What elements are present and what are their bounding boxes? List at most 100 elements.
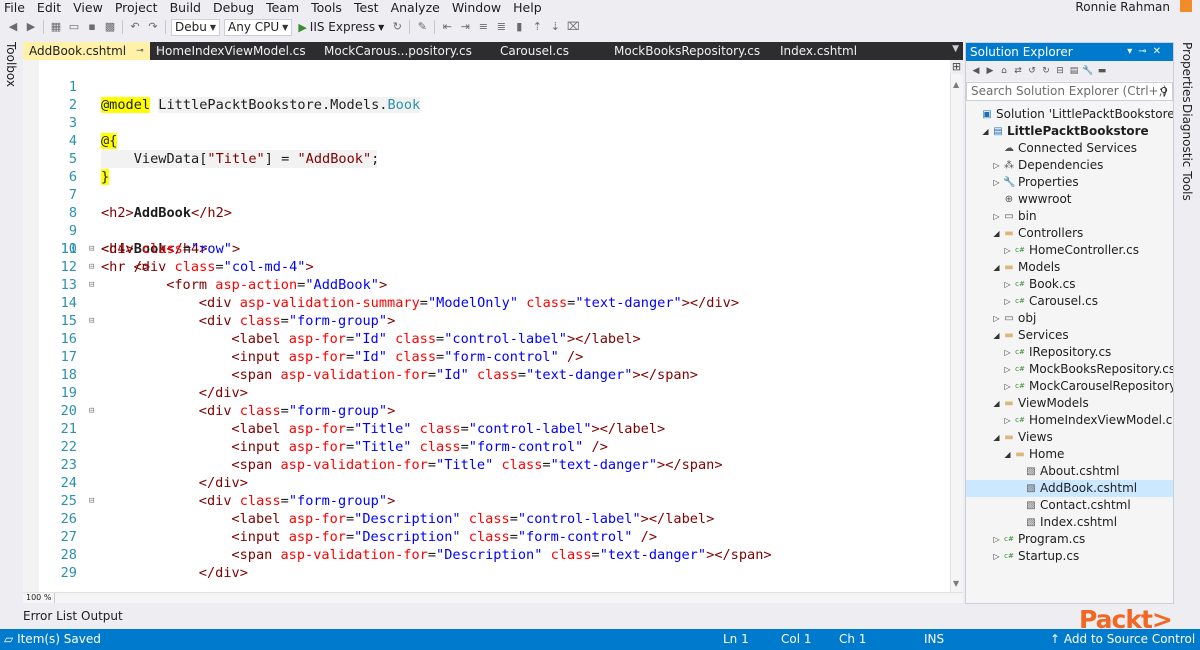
properties-icon[interactable]: 🔧 [1082,65,1094,77]
tree-item[interactable]: ◢ ▬ Home [966,446,1173,463]
prev-bookmark-icon[interactable]: ⇡ [530,20,544,34]
tree-item[interactable]: ▧ Contact.cshtml [966,497,1173,514]
pin-icon[interactable]: ⊸ [1138,46,1152,57]
collapse-arrow-icon[interactable]: ◢ [992,395,1001,412]
configuration-select[interactable]: Debu ▼ [171,18,221,36]
tree-item[interactable]: ▣ Solution 'LittlePacktBookstore' (1 pr [966,106,1173,123]
next-bookmark-icon[interactable]: ⇣ [548,20,562,34]
menu-window[interactable]: Window [446,1,507,15]
expand-arrow-icon[interactable]: ▷ [1003,378,1012,395]
back-icon[interactable]: ◀ [6,20,20,34]
collapse-arrow-icon[interactable]: ◢ [992,429,1001,446]
chevron-down-icon[interactable]: ▾ [1127,46,1138,57]
tab-index-cshtml[interactable]: Index.cshtml [766,42,886,60]
tree-item[interactable]: ▷ ▭ obj [966,310,1173,327]
expand-arrow-icon[interactable]: ▷ [992,531,1001,548]
tree-item[interactable]: ▷ c# Program.cs [966,531,1173,548]
tab-output[interactable]: Output [81,607,127,625]
preview-icon[interactable]: ▬ [1096,65,1108,77]
tree-item[interactable]: ◢ ▤ LittlePacktBookstore [966,123,1173,140]
expand-arrow-icon[interactable]: ▷ [1003,344,1012,361]
tree-item[interactable]: ▷ 🔧 Properties [966,174,1173,191]
properties-tab[interactable]: Properties [1180,42,1194,103]
fold-toggle-icon[interactable]: ⊟ [89,258,98,276]
code-editor[interactable]: 1 @model LittlePacktBookstore.Models.Boo… [23,60,950,592]
tree-item[interactable]: ▷ ▭ bin [966,208,1173,225]
redo-icon[interactable]: ↷ [146,20,160,34]
tab-addbook-cshtml[interactable]: AddBook.cshtml ⊸ ✕ [23,42,163,60]
new-project-icon[interactable]: ▦ [49,20,63,34]
bookmark-icon[interactable]: ▮ [512,20,526,34]
expand-arrow-icon[interactable]: ▷ [992,310,1001,327]
tab-mockcarouselrepository[interactable]: MockCarous...pository.cs [310,42,472,60]
split-editor-icon[interactable]: ⊞ [950,60,963,74]
menu-test[interactable]: Test [348,1,385,15]
browser-link-icon[interactable]: ✎ [415,20,429,34]
undo-icon[interactable]: ↶ [128,20,142,34]
expand-arrow-icon[interactable]: ▷ [1003,242,1012,259]
tree-item[interactable]: ▧ AddBook.cshtml [966,480,1173,497]
tab-carousel-cs[interactable]: Carousel.cs [470,42,586,60]
tab-homeindexviewmodel[interactable]: HomeIndexViewModel.cs [150,42,310,60]
fold-toggle-icon[interactable]: ⊟ [89,402,98,420]
solution-search-input[interactable]: Search Solution Explorer (Ctrl+;) ⚲ [966,82,1173,101]
tab-error-list[interactable]: Error List [23,607,81,625]
forward-icon[interactable]: ▶ [984,65,996,77]
tree-item[interactable]: ◢ ▬ Views [966,429,1173,446]
pending-changes-icon[interactable]: ↺ [1026,65,1038,77]
zoom-level[interactable]: 100 % [23,593,56,603]
tree-item[interactable]: ◢ ▬ ViewModels [966,395,1173,412]
tree-item[interactable]: ▷ c# IRepository.cs [966,344,1173,361]
show-all-files-icon[interactable]: ▤ [1068,65,1080,77]
uncomment-icon[interactable]: ≣ [494,20,508,34]
diagnostic-tools-tab[interactable]: Diagnostic Tools [1180,104,1194,201]
menu-project[interactable]: Project [109,1,164,15]
expand-arrow-icon[interactable]: ▷ [1003,276,1012,293]
collapse-arrow-icon[interactable]: ◢ [1003,446,1012,463]
expand-arrow-icon[interactable]: ▷ [992,157,1001,174]
fold-toggle-icon[interactable]: ⊟ [89,276,98,294]
outdent-icon[interactable]: ⇤ [440,20,454,34]
tree-item[interactable]: ▷ c# HomeIndexViewModel.cs [966,412,1173,429]
tree-item[interactable]: ☁ Connected Services [966,140,1173,157]
sync-icon[interactable]: ⇄ [1012,65,1024,77]
scroll-up-icon[interactable]: ▲ [953,80,959,89]
editor-vertical-scrollbar[interactable]: ▲ ▼ [950,60,963,592]
tab-mockbooksrepository[interactable]: MockBooksRepository.cs [586,42,766,60]
collapse-arrow-icon[interactable]: ◢ [992,225,1001,242]
menu-team[interactable]: Team [260,1,305,15]
tree-item[interactable]: ⊕ wwwroot [966,191,1173,208]
tree-item[interactable]: ▷ c# Carousel.cs [966,293,1173,310]
close-icon[interactable]: ✕ [1153,46,1167,57]
tree-item[interactable]: ▷ c# HomeController.cs [966,242,1173,259]
menu-build[interactable]: Build [164,1,207,15]
clear-bookmarks-icon[interactable]: ⌧ [566,20,580,34]
collapse-arrow-icon[interactable]: ◢ [992,327,1001,344]
tab-dropdown-icon[interactable]: ▼ [952,44,959,54]
tree-item[interactable]: ▧ Index.cshtml [966,514,1173,531]
save-icon[interactable]: ▪ [85,20,99,34]
expand-arrow-icon[interactable]: ▷ [992,208,1001,225]
indent-icon[interactable]: ⇥ [458,20,472,34]
tree-item[interactable]: ▧ About.cshtml [966,463,1173,480]
tree-item[interactable]: ▷ ⁂ Dependencies [966,157,1173,174]
toolbox-tab[interactable]: Toolbox [4,42,18,87]
menu-edit[interactable]: Edit [31,1,67,15]
expand-arrow-icon[interactable]: ▷ [1003,293,1012,310]
feedback-icon[interactable] [1180,0,1192,12]
tree-item[interactable]: ◢ ▬ Models [966,259,1173,276]
user-name[interactable]: Ronnie Rahman [1075,0,1170,14]
menu-file[interactable]: File [0,1,31,15]
add-to-source-control[interactable]: ↑ Add to Source Control [1050,629,1195,650]
menu-help[interactable]: Help [507,1,548,15]
pin-icon[interactable]: ⊸ [136,42,144,60]
fold-toggle-icon[interactable]: ⊟ [89,492,98,510]
comment-icon[interactable]: ≡ [476,20,490,34]
run-button[interactable]: ▶ IIS Express ▼ [298,20,384,34]
platform-select[interactable]: Any CPU ▼ [224,18,293,36]
expand-arrow-icon[interactable]: ▷ [992,174,1001,191]
menu-debug[interactable]: Debug [207,1,260,15]
tree-item[interactable]: ▷ c# Book.cs [966,276,1173,293]
tree-item[interactable]: ▷c# MockCarouselRepository.cs [966,378,1173,395]
expand-arrow-icon[interactable]: ▷ [1003,361,1012,378]
